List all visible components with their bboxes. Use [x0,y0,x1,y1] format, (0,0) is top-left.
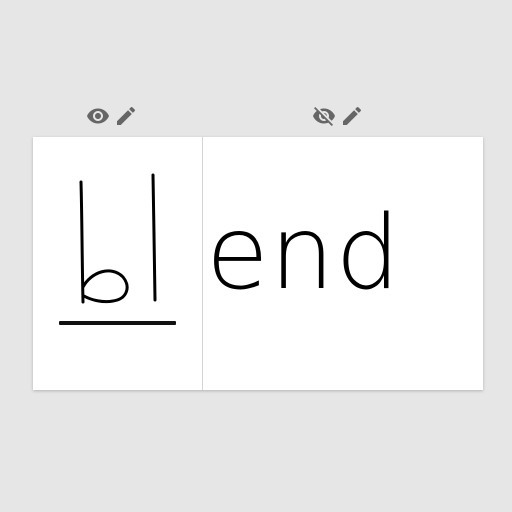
left-panel-toolbar [86,101,138,131]
handwriting-panel[interactable] [33,137,202,390]
drawing-canvas[interactable]: end [33,137,483,390]
toggle-visibility-button[interactable] [312,104,336,128]
eye-icon [87,108,109,124]
typed-text: end [206,194,402,313]
edit-button[interactable] [114,104,138,128]
pencil-icon [117,106,136,125]
pencil-icon [343,106,362,125]
workspace: end [0,0,512,512]
typed-text-panel[interactable]: end [203,137,483,390]
handwriting-baseline [59,321,176,325]
toggle-visibility-button[interactable] [86,104,110,128]
right-panel-toolbar [312,101,364,131]
handwritten-strokes [79,173,157,304]
eye-off-icon [313,107,335,126]
edit-button[interactable] [340,104,364,128]
